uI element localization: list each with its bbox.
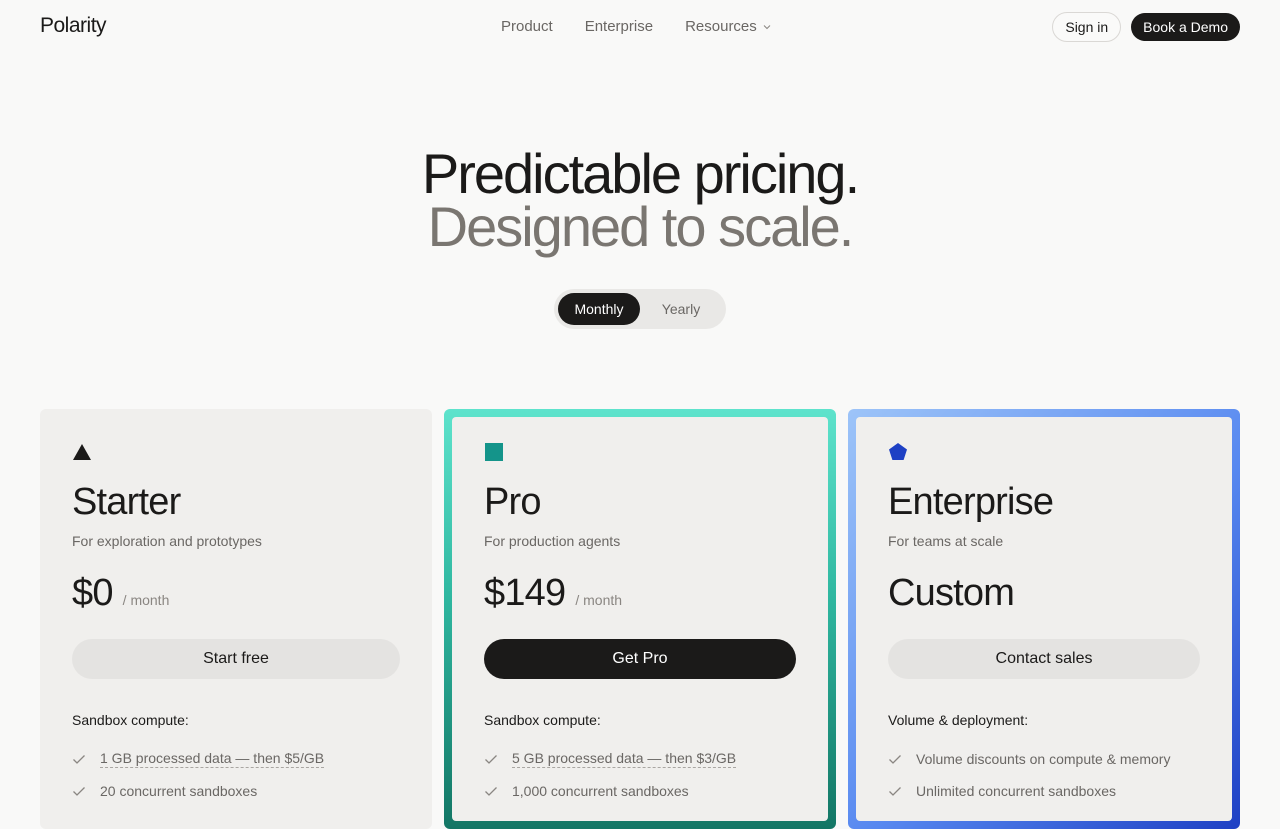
plan-name: Pro: [484, 481, 542, 523]
chevron-down-icon: [763, 24, 771, 29]
price-period: / month: [122, 592, 170, 608]
price-period: / month: [575, 592, 623, 608]
feature-text[interactable]: 5 GB processed data — then $3/GB: [512, 750, 737, 768]
logo[interactable]: Polarity: [40, 14, 107, 38]
contact-sales-button[interactable]: Contact sales: [888, 639, 1200, 679]
feature-list: 1 GB processed data — then $5/GB 20 conc…: [72, 743, 325, 807]
plan-price: $0 / month: [72, 572, 169, 615]
sign-in-button[interactable]: Sign in: [1052, 12, 1122, 42]
check-icon: [73, 755, 85, 764]
price-value: $0: [72, 572, 113, 614]
list-item: Unlimited concurrent sandboxes: [888, 775, 1170, 807]
plan-tagline: For exploration and prototypes: [72, 533, 262, 549]
top-navigation: Polarity Product Enterprise Resources Si…: [0, 0, 1280, 54]
nav-label: Resources: [685, 18, 757, 35]
main-nav: Product Enterprise Resources: [501, 18, 771, 35]
nav-item-resources[interactable]: Resources: [685, 18, 771, 35]
list-item: Volume discounts on compute & memory: [888, 743, 1170, 775]
toggle-yearly[interactable]: Yearly: [640, 293, 722, 325]
features-heading: Volume & deployment:: [888, 712, 1029, 728]
book-demo-button[interactable]: Book a Demo: [1131, 13, 1240, 41]
check-icon: [73, 787, 85, 796]
nav-item-product[interactable]: Product: [501, 18, 553, 35]
feature-list: 5 GB processed data — then $3/GB 1,000 c…: [484, 743, 737, 807]
hero-section: Predictable pricing. Designed to scale.: [0, 146, 1280, 255]
feature-text: Unlimited concurrent sandboxes: [916, 783, 1116, 799]
pentagon-icon: [889, 443, 907, 460]
card-body: Enterprise For teams at scale Custom Con…: [856, 417, 1232, 821]
plan-name: Enterprise: [888, 481, 1054, 523]
list-item: 20 concurrent sandboxes: [72, 775, 324, 807]
plan-card-enterprise: Enterprise For teams at scale Custom Con…: [848, 409, 1240, 829]
features-heading: Sandbox compute:: [484, 712, 601, 728]
feature-list: Volume discounts on compute & memory Unl…: [888, 743, 1170, 807]
plan-name: Starter: [72, 481, 181, 523]
plan-card-starter: Starter For exploration and prototypes $…: [40, 409, 432, 829]
plan-tagline: For production agents: [484, 533, 621, 549]
feature-text: 20 concurrent sandboxes: [100, 783, 258, 799]
triangle-icon: [73, 444, 91, 460]
list-item: 1,000 concurrent sandboxes: [484, 775, 736, 807]
check-icon: [485, 787, 497, 796]
hero-title: Predictable pricing.: [421, 142, 860, 205]
card-body: Starter For exploration and prototypes $…: [40, 409, 432, 829]
square-icon: [485, 443, 503, 461]
check-icon: [889, 787, 901, 796]
features-heading: Sandbox compute:: [72, 712, 189, 728]
toggle-monthly[interactable]: Monthly: [558, 293, 640, 325]
feature-text: 1,000 concurrent sandboxes: [512, 783, 689, 799]
list-item: 5 GB processed data — then $3/GB: [484, 743, 737, 775]
price-value: $149: [484, 572, 566, 614]
price-value: Custom: [888, 572, 1015, 614]
feature-text[interactable]: 1 GB processed data — then $5/GB: [100, 750, 325, 768]
card-body: Pro For production agents $149 / month G…: [452, 417, 828, 821]
header-actions: Sign in Book a Demo: [1052, 12, 1240, 42]
plan-card-pro: Pro For production agents $149 / month G…: [444, 409, 836, 829]
list-item: 1 GB processed data — then $5/GB: [72, 743, 325, 775]
check-icon: [485, 755, 497, 764]
plan-price: $149 / month: [484, 572, 622, 615]
check-icon: [889, 755, 901, 764]
nav-label: Product: [501, 18, 553, 35]
plan-tagline: For teams at scale: [888, 533, 1004, 549]
start-free-button[interactable]: Start free: [72, 639, 400, 679]
get-pro-button[interactable]: Get Pro: [484, 639, 796, 679]
hero-subtitle: Designed to scale.: [427, 195, 855, 258]
feature-text: Volume discounts on compute & memory: [916, 751, 1171, 767]
billing-period-toggle: Monthly Yearly: [554, 289, 726, 329]
nav-item-enterprise[interactable]: Enterprise: [585, 18, 653, 35]
plan-price: Custom: [888, 572, 1015, 615]
nav-label: Enterprise: [584, 18, 654, 35]
